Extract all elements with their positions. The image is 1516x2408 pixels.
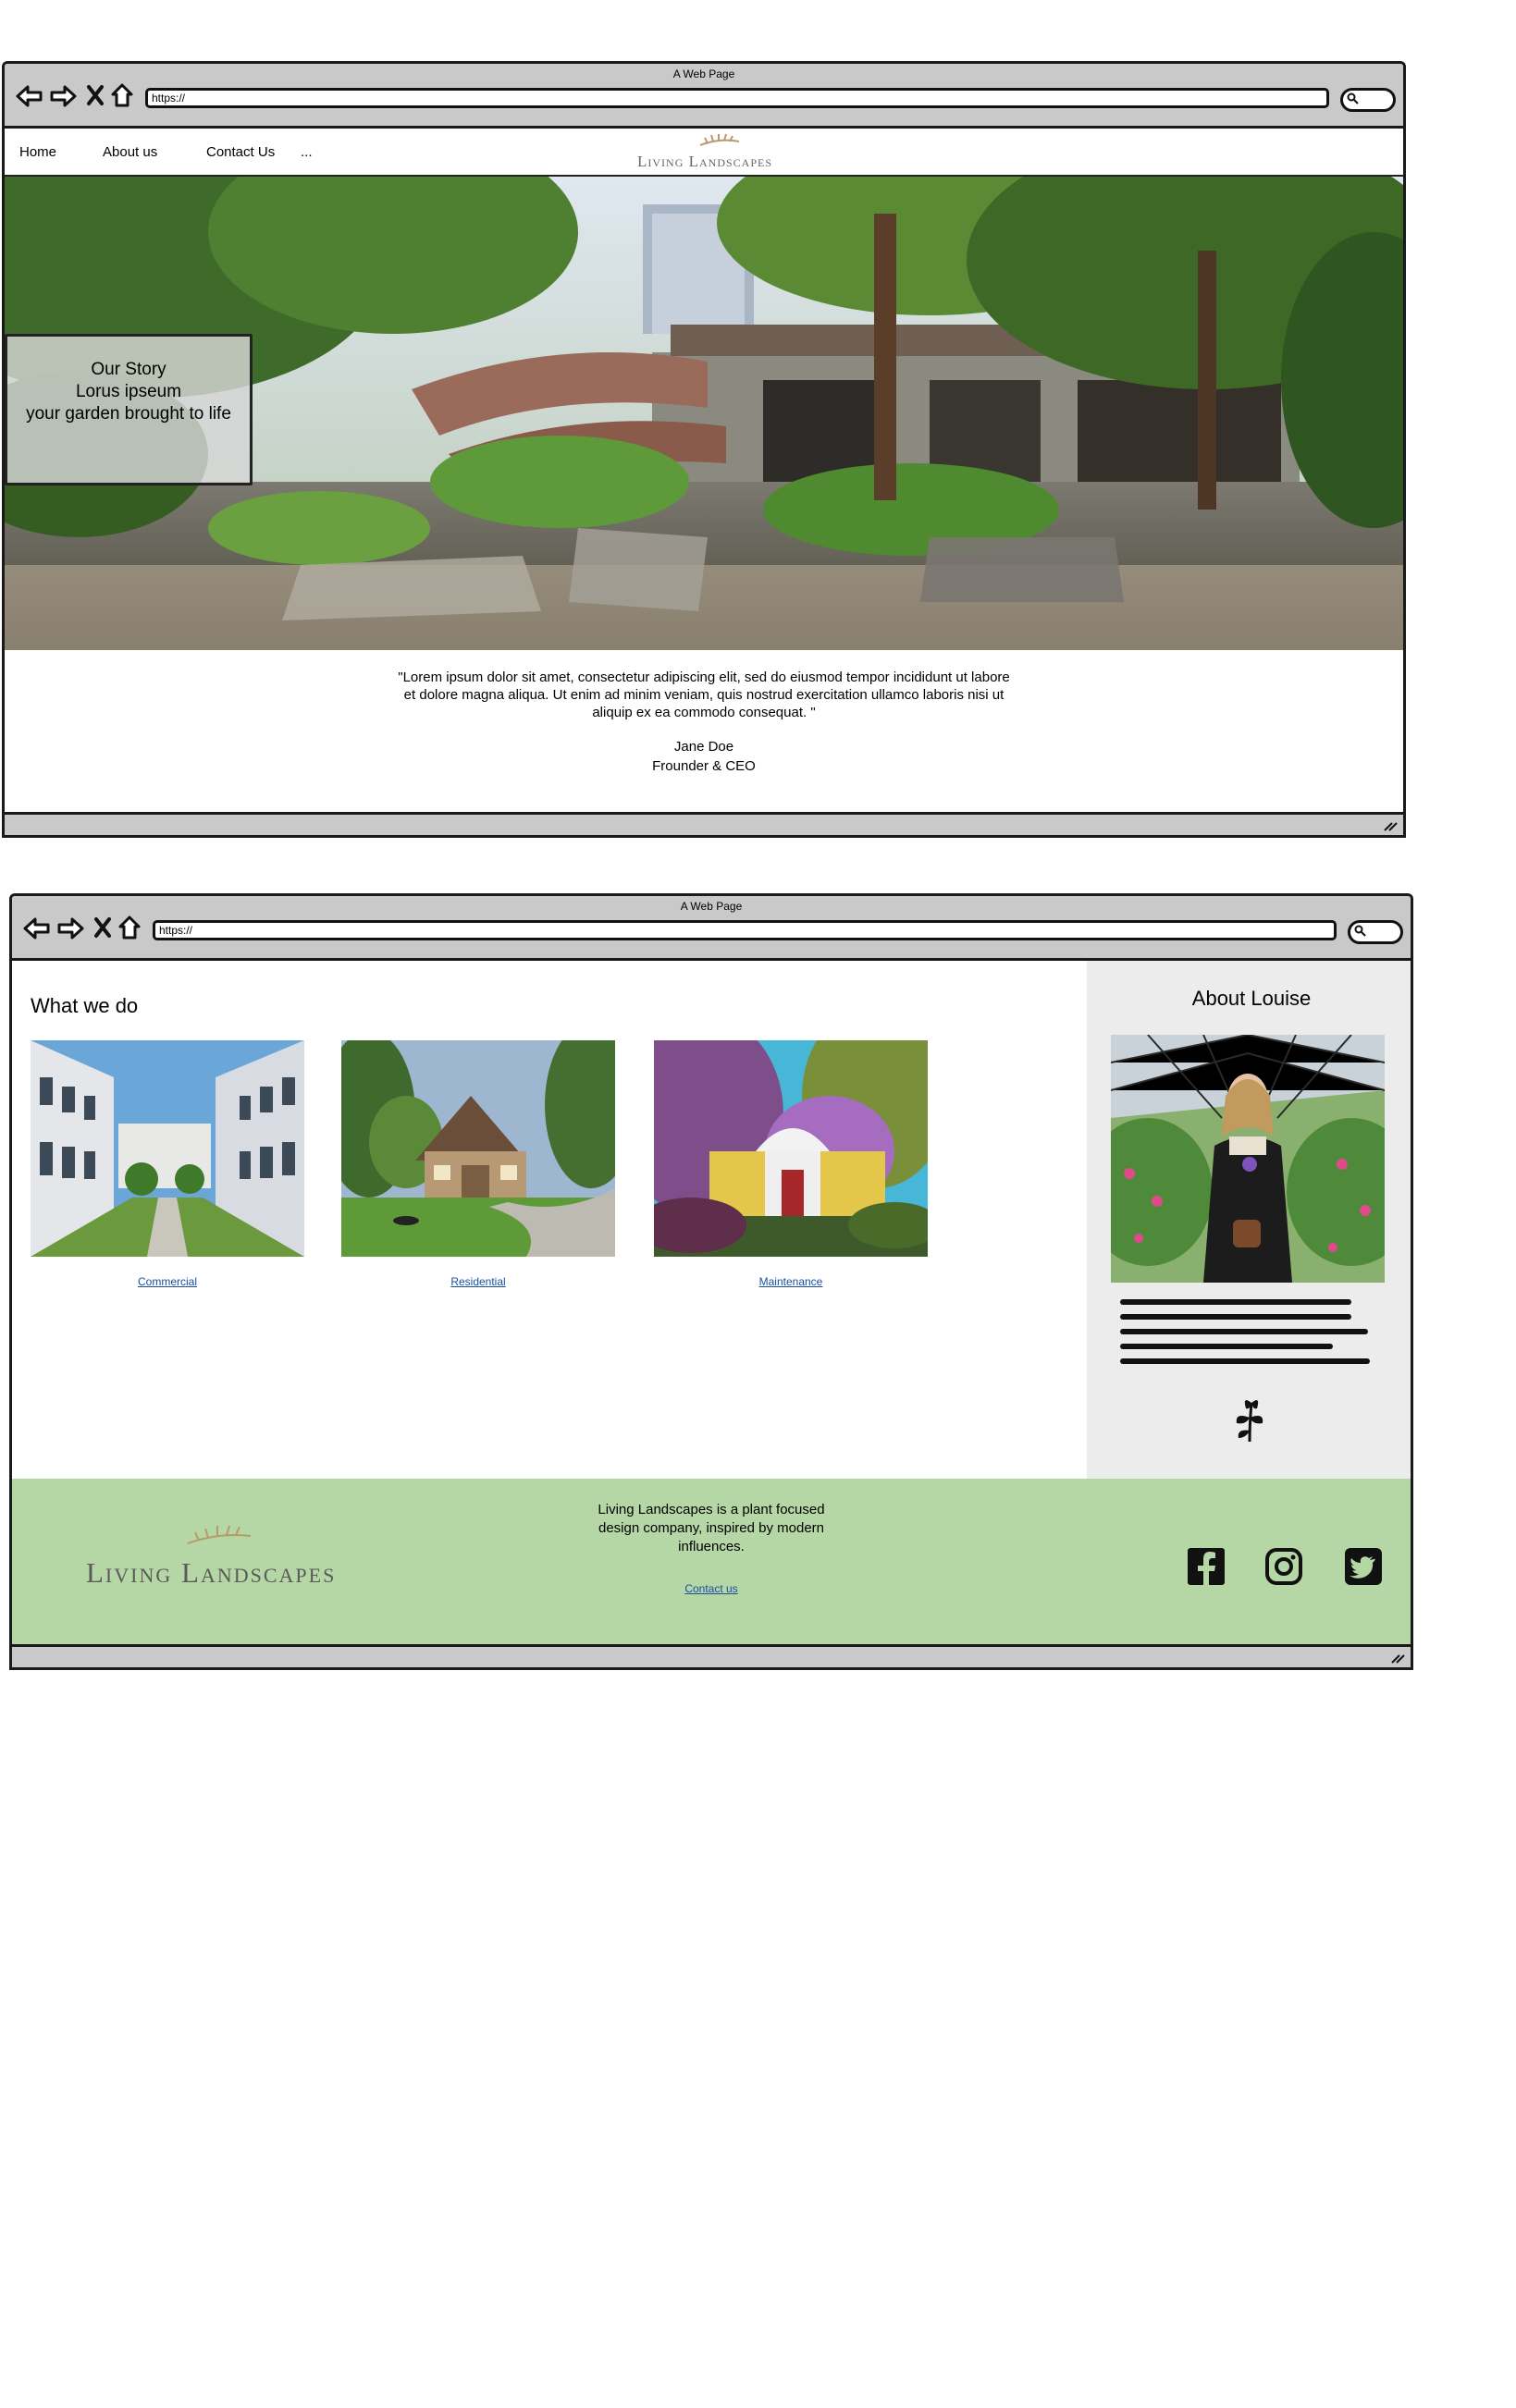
browser-window-2: A Web Page https:// What we do Commercia… [9,893,1413,1670]
nav-about[interactable]: About us [103,144,157,160]
footer-brand-leaf-icon [187,1525,252,1544]
footer-description-line-3: influences. [678,1539,745,1554]
address-bar[interactable]: https:// [153,920,1337,940]
footer-description-line-2: design company, inspired by modern [598,1520,825,1536]
maintenance-image[interactable] [654,1040,928,1257]
home-icon[interactable] [110,82,134,108]
testimonial: "Lorem ipsum dolor sit amet, consectetur… [5,669,1403,775]
twitter-icon[interactable] [1344,1547,1383,1586]
footer-brand-logo[interactable]: Living Landscapes [86,1556,336,1590]
footer-contact-link[interactable]: Contact us [656,1582,767,1595]
back-arrow-icon[interactable] [23,916,51,940]
search-icon [1347,92,1359,104]
testimonial-line-1: "Lorem ipsum dolor sit amet, consectetur… [398,670,1010,685]
address-bar[interactable]: https:// [145,88,1329,108]
instagram-icon[interactable] [1264,1547,1303,1586]
site-footer: Living Landscapes Living Landscapes is a… [12,1479,1411,1647]
resize-grip-icon[interactable] [1390,1652,1405,1665]
hero-story-tagline: your garden brought to life [26,404,231,424]
about-text-line [1120,1314,1351,1320]
what-we-do-title: What we do [31,994,139,1017]
browser-window-1: A Web Page https:// Home About us Contac… [2,61,1406,838]
testimonial-role: Frounder & CEO [652,758,756,774]
window-title: A Web Page [672,68,735,80]
status-bar [5,812,1403,835]
nav-home[interactable]: Home [19,144,56,160]
residential-link[interactable]: Residential [341,1275,615,1288]
browser-toolbar: A Web Page https:// [12,896,1411,961]
status-bar [12,1644,1411,1667]
browser-toolbar: A Web Page https:// [5,64,1403,129]
window-title: A Web Page [680,900,743,913]
testimonial-line-3: aliquip ex ea commodo consequat. " [592,705,816,720]
brand-leaf-icon [699,133,740,146]
browser-search-box[interactable] [1348,920,1403,944]
hero-story-heading: Our Story [91,360,166,379]
plant-sprig-icon [1236,1400,1263,1443]
testimonial-line-2: et dolore magna aliqua. Ut enim ad minim… [403,687,1005,703]
testimonial-author: Jane Doe [673,739,734,755]
about-text-line [1120,1358,1370,1364]
footer-description-line-1: Living Landscapes is a plant focused [598,1502,825,1517]
about-title: About Louise [1191,987,1312,1010]
footer-description: Living Landscapes is a plant focused des… [573,1501,850,1556]
about-sidebar: About Louise [1087,961,1411,1479]
search-icon [1354,925,1366,937]
close-x-icon[interactable] [93,916,112,939]
hero-story-card: Our Story Lorus ipseum your garden broug… [5,334,253,485]
commercial-image[interactable] [31,1040,304,1257]
hero-story-subheading: Lorus ipseum [75,382,182,401]
forward-arrow-icon[interactable] [49,84,77,108]
nav-more[interactable]: ... [301,144,313,160]
residential-image[interactable] [341,1040,615,1257]
commercial-link[interactable]: Commercial [31,1275,304,1288]
close-x-icon[interactable] [86,84,105,106]
back-arrow-icon[interactable] [16,84,43,108]
maintenance-link[interactable]: Maintenance [654,1275,928,1288]
facebook-icon[interactable] [1187,1547,1226,1586]
browser-search-box[interactable] [1340,88,1396,112]
resize-grip-icon[interactable] [1383,819,1398,832]
about-text-line [1120,1329,1368,1334]
site-nav: Home About us Contact Us ... Living Land… [5,129,1403,177]
about-text-line [1120,1344,1333,1349]
brand-logo-text[interactable]: Living Landscapes [637,153,772,171]
hero-banner: Our Story Lorus ipseum your garden broug… [5,177,1403,650]
home-icon[interactable] [117,915,142,940]
forward-arrow-icon[interactable] [56,916,84,940]
about-photo [1111,1035,1385,1283]
about-text-line [1120,1299,1351,1305]
nav-contact[interactable]: Contact Us [206,144,275,160]
